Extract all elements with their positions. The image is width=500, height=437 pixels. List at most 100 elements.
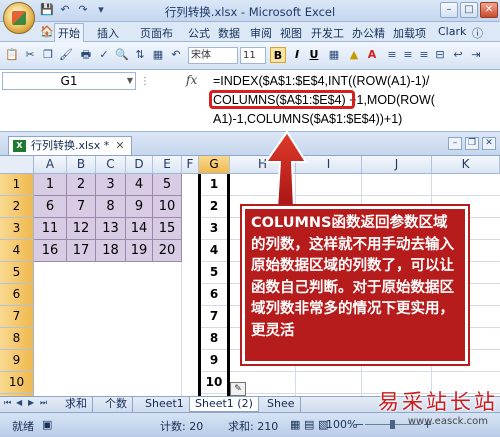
sheet-tab-count[interactable]: 个数	[100, 397, 133, 412]
workbook-minimize-icon[interactable]: –	[448, 137, 462, 150]
cell-a1[interactable]: 1	[34, 174, 67, 196]
zoom-out-icon[interactable]: −	[355, 418, 364, 431]
sheet-tab-sheet1-2[interactable]: Sheet1 (2)	[189, 397, 259, 412]
fx-icon[interactable]: fx	[186, 73, 197, 87]
select-all-corner[interactable]	[0, 156, 34, 174]
prev-sheet-icon[interactable]: ◀	[16, 398, 22, 407]
sheet-tab-sheet1[interactable]: Sheet1	[140, 397, 190, 412]
tab-review[interactable]: 审阅	[250, 25, 272, 41]
cell-c3[interactable]: 13	[96, 218, 126, 240]
next-sheet-icon[interactable]: ▶	[28, 398, 34, 407]
cell-e2[interactable]: 10	[153, 196, 182, 218]
print-preview-icon[interactable]: 🖶	[78, 47, 94, 63]
help-icon[interactable]: ⓘ	[472, 25, 483, 41]
first-sheet-icon[interactable]: ⏮	[4, 398, 11, 408]
cell-g3[interactable]: 3	[199, 218, 229, 240]
tab-office-tools[interactable]: 办公精	[352, 25, 385, 41]
macro-record-icon[interactable]: ▣	[42, 418, 52, 431]
cell-d3[interactable]: 14	[126, 218, 153, 240]
chart-icon[interactable]: ▦	[150, 47, 166, 63]
name-box[interactable]: G1 ▼	[2, 72, 136, 90]
cell-d4[interactable]: 19	[126, 240, 153, 262]
workbook-tab[interactable]: X 行列转换.xlsx * ✕	[8, 136, 132, 155]
copy-icon[interactable]: ❐	[40, 47, 56, 63]
cut-icon[interactable]: ✂	[22, 47, 38, 63]
cell-a3[interactable]: 11	[34, 218, 67, 240]
column-header-j[interactable]: J	[362, 156, 432, 174]
cell-a4[interactable]: 16	[34, 240, 67, 262]
cell-b3[interactable]: 12	[67, 218, 96, 240]
undo-toolbar-icon[interactable]: ↶	[168, 47, 184, 63]
chevron-down-icon[interactable]: ▼	[127, 73, 133, 89]
cell-d2[interactable]: 9	[126, 196, 153, 218]
tab-page-layout[interactable]: 页面布	[140, 25, 173, 41]
format-painter-icon[interactable]: 🖌	[58, 47, 74, 63]
column-header-c[interactable]: C	[96, 156, 126, 174]
cell-g7[interactable]: 7	[199, 306, 229, 328]
sort-icon[interactable]: ⇅	[132, 47, 148, 63]
last-sheet-icon[interactable]: ⏭	[40, 398, 47, 408]
cell-b2[interactable]: 7	[67, 196, 96, 218]
tab-insert[interactable]: 插入	[97, 25, 119, 41]
cell-a2[interactable]: 6	[34, 196, 67, 218]
minimize-icon[interactable]: –	[440, 2, 458, 18]
close-tab-icon[interactable]: ✕	[115, 139, 124, 152]
italic-button[interactable]: I	[289, 47, 305, 63]
cell-e3[interactable]: 15	[153, 218, 182, 240]
cell-e1[interactable]: 5	[153, 174, 182, 196]
borders-icon[interactable]: ▦	[326, 47, 342, 63]
cell-g4[interactable]: 4	[199, 240, 229, 262]
row-header-10[interactable]: 10	[0, 372, 34, 394]
close-icon[interactable]: ✕	[480, 2, 498, 18]
tab-formulas[interactable]: 公式	[188, 25, 210, 41]
row-header-7[interactable]: 7	[0, 306, 34, 328]
cell-g8[interactable]: 8	[199, 328, 229, 350]
tab-data[interactable]: 数据	[218, 25, 240, 41]
row-header-6[interactable]: 6	[0, 284, 34, 306]
sheet-tab-shee[interactable]: Shee	[262, 397, 301, 412]
column-header-h[interactable]: H	[230, 156, 296, 174]
cell-c4[interactable]: 18	[96, 240, 126, 262]
font-name-select[interactable]: 宋体	[188, 47, 238, 64]
normal-view-icon[interactable]: ▦	[290, 418, 300, 431]
page-layout-view-icon[interactable]: ▤	[304, 418, 314, 431]
fill-color-icon[interactable]: ▲	[346, 47, 362, 63]
tab-view[interactable]: 视图	[280, 25, 302, 41]
font-color-icon[interactable]: A	[364, 47, 380, 63]
tab-home[interactable]: 开始	[54, 23, 84, 42]
paste-icon[interactable]: 📋	[4, 47, 20, 63]
cell-g1[interactable]: 1	[199, 174, 229, 196]
column-header-k[interactable]: K	[432, 156, 500, 174]
column-header-i[interactable]: I	[296, 156, 362, 174]
cell-g2[interactable]: 2	[199, 196, 229, 218]
column-header-e[interactable]: E	[153, 156, 182, 174]
column-header-a[interactable]: A	[34, 156, 67, 174]
column-header-g[interactable]: G	[199, 156, 230, 174]
bold-button[interactable]: B	[270, 47, 286, 63]
column-header-d[interactable]: D	[126, 156, 153, 174]
align-center-icon[interactable]: ≡	[400, 47, 416, 63]
font-size-select[interactable]: 11	[240, 47, 266, 64]
spell-check-icon[interactable]: ✓	[96, 47, 112, 63]
maximize-icon[interactable]: □	[460, 2, 478, 18]
cell-g5[interactable]: 5	[199, 262, 229, 284]
office-button[interactable]	[3, 2, 35, 34]
find-icon[interactable]: 🔍	[114, 47, 130, 63]
row-header-9[interactable]: 9	[0, 350, 34, 372]
tab-addins[interactable]: 加载项	[393, 25, 426, 41]
cell-c2[interactable]: 8	[96, 196, 126, 218]
workbook-close-icon[interactable]: ✕	[482, 137, 496, 150]
workbook-restore-icon[interactable]: ❐	[465, 137, 479, 150]
cell-g9[interactable]: 9	[199, 350, 229, 372]
paste-options-icon[interactable]: ✎	[230, 382, 246, 396]
align-left-icon[interactable]: ≡	[384, 47, 400, 63]
wrap-text-icon[interactable]: ↩	[450, 47, 466, 63]
column-header-f[interactable]: F	[182, 156, 199, 174]
row-header-4[interactable]: 4	[0, 240, 34, 262]
cell-g10[interactable]: 10	[199, 372, 229, 394]
cell-d1[interactable]: 4	[126, 174, 153, 196]
row-header-1[interactable]: 1	[0, 174, 34, 196]
tab-clark[interactable]: Clark	[438, 25, 466, 38]
underline-button[interactable]: U	[306, 47, 322, 63]
merge-center-icon[interactable]: ⊟	[432, 47, 448, 63]
